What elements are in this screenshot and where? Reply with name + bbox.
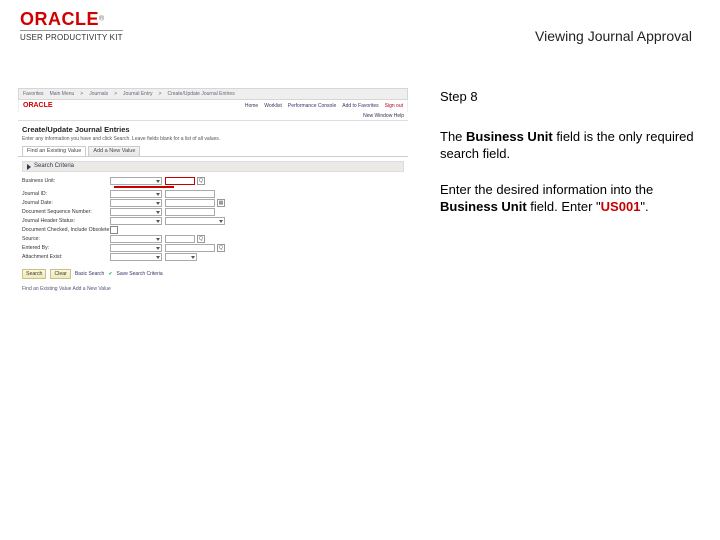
mini-page-title: Create/Update Journal Entries — [18, 121, 408, 136]
mini-window-links: New Window Help — [18, 112, 408, 121]
tab-new[interactable]: Add a New Value — [88, 146, 140, 156]
op-select[interactable] — [110, 253, 162, 261]
entered-by-input[interactable] — [165, 244, 215, 252]
save-search-link[interactable]: Save Search Criteria — [117, 271, 163, 277]
trademark-symbol: ® — [99, 15, 104, 22]
op-select[interactable] — [110, 208, 162, 216]
op-select[interactable] — [110, 190, 162, 198]
highlight-bar — [114, 186, 174, 188]
status-select[interactable] — [165, 217, 225, 225]
lookup-icon[interactable]: Q — [197, 177, 205, 185]
search-button[interactable]: Search — [22, 269, 46, 279]
instruction-1: The Business Unit field is the only requ… — [440, 128, 700, 163]
op-select[interactable] — [110, 235, 162, 243]
journal-id-input[interactable] — [165, 190, 215, 198]
logo-text: ORACLE — [20, 9, 99, 29]
section-header: Search Criteria — [22, 161, 404, 172]
oracle-logo: ORACLE® USER PRODUCTIVITY KIT — [20, 10, 123, 42]
logo-subline: USER PRODUCTIVITY KIT — [20, 30, 123, 42]
field-label: Business Unit: — [22, 178, 110, 184]
journal-date-input[interactable] — [165, 199, 215, 207]
page-title: Viewing Journal Approval — [535, 10, 692, 44]
op-select[interactable] — [110, 244, 162, 252]
mini-footer: Find an Existing Value Add a New Value — [18, 282, 408, 296]
tab-existing[interactable]: Find an Existing Value — [22, 146, 86, 156]
lookup-icon[interactable]: Q — [217, 244, 225, 252]
clear-button[interactable]: Clear — [50, 269, 70, 279]
doc-seq-input[interactable] — [165, 208, 215, 216]
mini-brand: ORACLE — [23, 102, 53, 110]
source-input[interactable] — [165, 235, 195, 243]
obsolete-checkbox[interactable] — [110, 226, 118, 234]
attachment-select[interactable] — [165, 253, 197, 261]
op-select[interactable] — [110, 217, 162, 225]
mini-nav-links: Home Worklist Performance Console Add to… — [245, 103, 403, 109]
mini-subtitle: Enter any information you have and click… — [18, 136, 408, 146]
instruction-2: Enter the desired information into the B… — [440, 181, 700, 216]
business-unit-input[interactable] — [165, 177, 195, 185]
lookup-icon[interactable]: Q — [197, 235, 205, 243]
embedded-screenshot: Favorites Main Menu > Journals > Journal… — [18, 88, 408, 296]
step-label: Step 8 — [440, 88, 700, 106]
op-select[interactable] — [110, 199, 162, 207]
basic-search-link[interactable]: Basic Search — [75, 271, 104, 277]
calendar-icon[interactable]: ▦ — [217, 199, 225, 207]
breadcrumb: Favorites Main Menu > Journals > Journal… — [18, 88, 408, 100]
op-select[interactable] — [110, 177, 162, 185]
